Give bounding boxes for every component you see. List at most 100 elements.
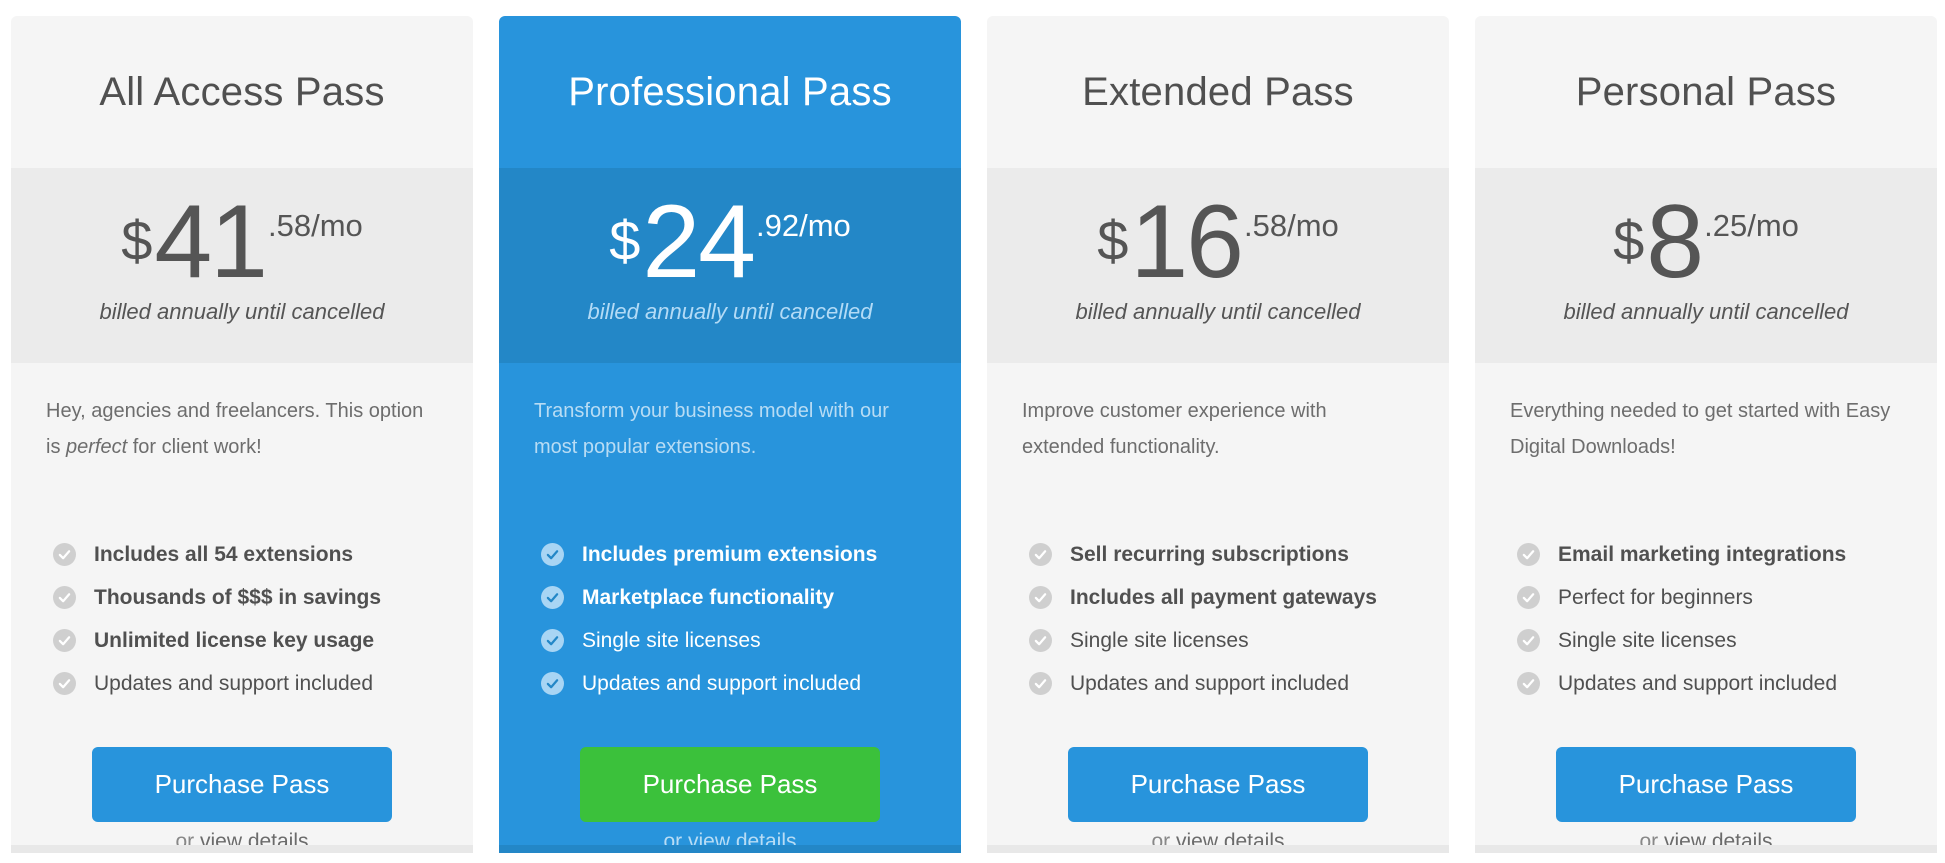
plan-description: Transform your business model with our m… [499,363,961,533]
feature-label: Thousands of $$$ in savings [94,585,382,609]
feature-item: Single site licenses [1029,619,1449,662]
purchase-pass-button[interactable]: Purchase Pass [1556,747,1856,822]
plan-description: Improve customer experience with extende… [987,363,1449,533]
feature-label: Includes all payment gateways [1070,585,1377,609]
desc-text: Improve customer experience with extende… [1022,400,1327,458]
plan-header: All Access Pass [11,16,473,168]
feature-list: Email marketing integrations Perfect for… [1475,533,1937,705]
price: $ 24 .92/mo [499,190,961,294]
feature-label: Single site licenses [582,628,761,652]
feature-item: Thousands of $$$ in savings [53,576,473,619]
card-footer-strip [987,845,1449,853]
feature-label: Unlimited license key usage [94,628,375,652]
price-cents-period: .25/mo [1704,208,1799,243]
plan-title: All Access Pass [99,69,385,114]
desc-emphasis: perfect [66,436,128,458]
plan-title: Extended Pass [1082,69,1354,114]
currency-symbol: $ [1613,209,1645,272]
feature-item: Single site licenses [541,619,961,662]
card-footer-strip [499,845,961,853]
check-circle-icon [1517,543,1540,566]
feature-label: Marketplace functionality [582,585,835,609]
plan-description: Everything needed to get started with Ea… [1475,363,1937,533]
check-circle-icon [541,672,564,695]
feature-label: Sell recurring subscriptions [1070,542,1349,566]
billing-note: billed annually until cancelled [1075,299,1361,324]
check-circle-icon [53,629,76,652]
check-circle-icon [541,543,564,566]
feature-item: Email marketing integrations [1517,533,1937,576]
feature-label: Updates and support included [1070,671,1350,695]
feature-item: Updates and support included [1029,662,1449,705]
desc-text: for client work! [127,436,262,458]
price: $ 41 .58/mo [11,190,473,294]
check-circle-icon [53,543,76,566]
purchase-pass-button[interactable]: Purchase Pass [1068,747,1368,822]
price-dollars: 16 [1130,184,1244,300]
feature-item: Includes all 54 extensions [53,533,473,576]
check-circle-icon [1029,629,1052,652]
check-circle-icon [1029,672,1052,695]
price-dollars: 8 [1646,184,1704,300]
feature-item: Sell recurring subscriptions [1029,533,1449,576]
plan-card-personal: Personal Pass $ 8 .25/mo billed annually… [1475,16,1937,853]
plan-card-all-access: All Access Pass $ 41 .58/mo billed annua… [11,16,473,853]
desc-text: Everything needed to get started with Ea… [1510,400,1891,458]
price-dollars: 41 [154,184,268,300]
plan-header: Personal Pass [1475,16,1937,168]
check-circle-icon [1517,672,1540,695]
pricing-table: All Access Pass $ 41 .58/mo billed annua… [11,16,1937,853]
check-circle-icon [1029,543,1052,566]
plan-header: Extended Pass [987,16,1449,168]
feature-item: Includes all payment gateways [1029,576,1449,619]
check-circle-icon [541,629,564,652]
plan-description: Hey, agencies and freelancers. This opti… [11,363,473,533]
feature-item: Updates and support included [53,662,473,705]
feature-list: Includes all 54 extensions Thousands of … [11,533,473,705]
feature-label: Includes all 54 extensions [94,542,354,566]
feature-item: Unlimited license key usage [53,619,473,662]
feature-item: Marketplace functionality [541,576,961,619]
price-cents-period: .58/mo [268,208,363,243]
feature-label: Updates and support included [582,671,862,695]
check-circle-icon [541,586,564,609]
price-cents-period: .58/mo [1244,208,1339,243]
feature-item: Updates and support included [1517,662,1937,705]
price-section: $ 24 .92/mo billed annually until cancel… [499,168,961,363]
feature-label: Updates and support included [94,671,374,695]
plan-header: Professional Pass [499,16,961,168]
currency-symbol: $ [1097,209,1129,272]
feature-label: Includes premium extensions [582,542,878,566]
feature-list: Includes premium extensions Marketplace … [499,533,961,705]
check-circle-icon [53,672,76,695]
feature-label: Perfect for beginners [1558,585,1753,609]
feature-list: Sell recurring subscriptions Includes al… [987,533,1449,705]
plan-title: Personal Pass [1575,69,1837,114]
feature-label: Email marketing integrations [1558,542,1847,566]
plan-title: Professional Pass [568,69,892,114]
desc-text: Transform your business model with our m… [534,400,889,458]
plan-card-professional: Professional Pass $ 24 .92/mo billed ann… [499,16,961,853]
billing-note: billed annually until cancelled [1563,299,1849,324]
feature-label: Single site licenses [1558,628,1737,652]
card-footer-strip [11,845,473,853]
purchase-pass-button[interactable]: Purchase Pass [580,747,880,822]
plan-card-extended: Extended Pass $ 16 .58/mo billed annuall… [987,16,1449,853]
check-circle-icon [1029,586,1052,609]
feature-item: Perfect for beginners [1517,576,1937,619]
price: $ 16 .58/mo [987,190,1449,294]
feature-item: Updates and support included [541,662,961,705]
currency-symbol: $ [609,209,641,272]
check-circle-icon [1517,586,1540,609]
billing-note: billed annually until cancelled [99,299,385,324]
price: $ 8 .25/mo [1475,190,1937,294]
check-circle-icon [1517,629,1540,652]
feature-label: Updates and support included [1558,671,1838,695]
feature-item: Includes premium extensions [541,533,961,576]
feature-item: Single site licenses [1517,619,1937,662]
billing-note: billed annually until cancelled [587,299,873,324]
price-dollars: 24 [642,184,756,300]
purchase-pass-button[interactable]: Purchase Pass [92,747,392,822]
feature-label: Single site licenses [1070,628,1249,652]
check-circle-icon [53,586,76,609]
